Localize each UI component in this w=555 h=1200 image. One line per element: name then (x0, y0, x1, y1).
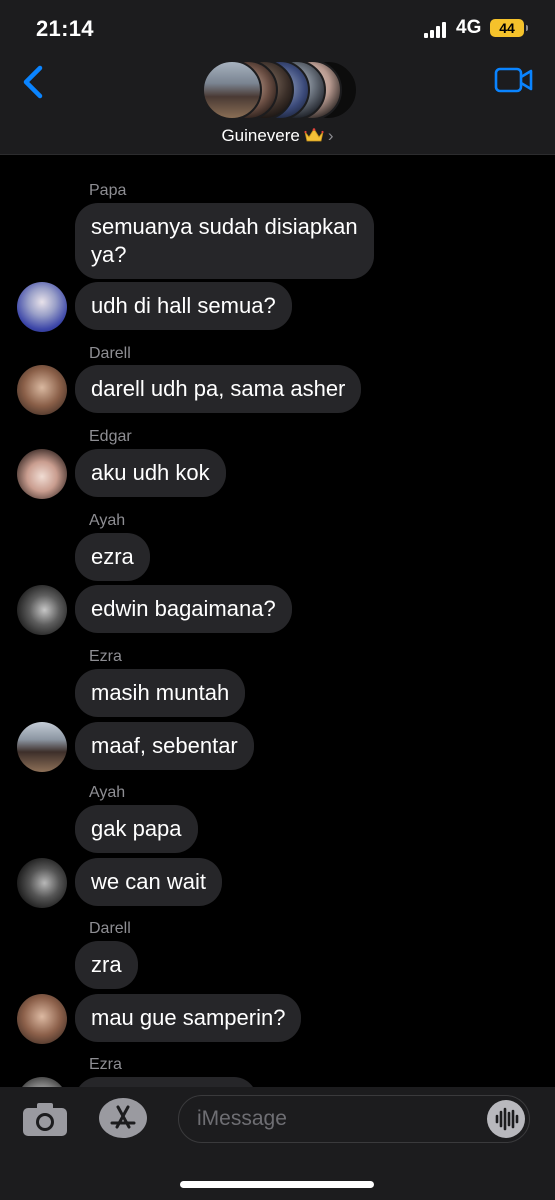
message-bubble[interactable]: ezra (75, 533, 150, 581)
status-bar: 21:14 4G 44 (0, 0, 555, 56)
message-bubble[interactable]: udh di hall semua? (75, 282, 292, 330)
message-bubble[interactable]: aku udh kok (75, 449, 226, 497)
avatar[interactable] (17, 722, 67, 772)
sender-name: Ezra (89, 648, 122, 665)
avatar[interactable] (17, 585, 67, 635)
status-time: 21:14 (36, 16, 94, 41)
app-store-icon[interactable] (98, 1097, 148, 1139)
group-avatar[interactable] (202, 60, 358, 120)
chevron-left-icon[interactable] (18, 62, 54, 102)
message-bubble[interactable]: edwin bagaimana? (75, 585, 292, 633)
message-list[interactable]: Papa semuanya sudah disiapkan ya? udh di… (0, 155, 555, 1087)
avatar[interactable] (17, 1077, 67, 1087)
crown-icon (304, 128, 324, 142)
message-bubble[interactable]: masih muntah (75, 669, 246, 717)
sender-name: Darell (89, 920, 131, 937)
message-bubble[interactable]: darell udh pa, sama asher (75, 365, 362, 413)
sender-name: Ayah (89, 512, 126, 529)
message-bubble[interactable]: zra (75, 941, 138, 989)
network-label: 4G (456, 17, 482, 38)
sender-name: Ayah (89, 784, 126, 801)
battery-icon: 44 (490, 19, 528, 37)
camera-icon[interactable] (22, 1101, 68, 1137)
message-bubble[interactable]: gak papa (75, 805, 198, 853)
battery-level: 44 (499, 20, 515, 36)
home-indicator[interactable] (180, 1181, 374, 1188)
message-bubble[interactable]: mau gue samperin? (75, 994, 302, 1042)
message-bubble[interactable] (75, 1077, 257, 1087)
message-input-placeholder: iMessage (197, 1107, 287, 1130)
avatar[interactable] (17, 994, 67, 1044)
sender-name: Papa (89, 182, 127, 199)
avatar[interactable] (17, 858, 67, 908)
signal-icon (424, 22, 448, 38)
message-bubble[interactable]: maaf, sebentar (75, 722, 254, 770)
chevron-right-icon: › (327, 126, 334, 145)
avatar[interactable] (17, 449, 67, 499)
sender-name: Edgar (89, 428, 132, 445)
sender-name: Darell (89, 345, 131, 362)
chat-header: Guinevere › (0, 56, 555, 155)
sender-name: Ezra (89, 1056, 122, 1073)
video-camera-icon[interactable] (494, 66, 534, 94)
compose-bar: iMessage (0, 1087, 555, 1200)
audio-waveform-icon[interactable] (487, 1100, 525, 1138)
avatar[interactable] (17, 365, 67, 415)
group-title[interactable]: Guinevere › (0, 126, 555, 146)
message-bubble[interactable]: we can wait (75, 858, 222, 906)
message-bubble[interactable]: semuanya sudah disiapkan ya? (75, 203, 374, 279)
avatar[interactable] (17, 282, 67, 332)
group-name-label: Guinevere (221, 126, 300, 145)
message-input[interactable]: iMessage (178, 1095, 530, 1143)
